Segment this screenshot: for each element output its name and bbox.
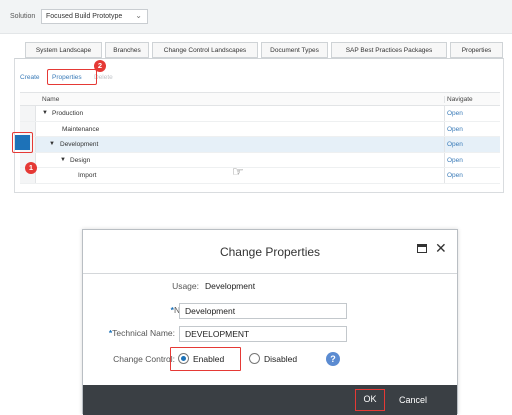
- table-row[interactable]: Import Open: [20, 168, 500, 184]
- table-header: Name Navigate: [20, 92, 500, 106]
- landscape-panel: Create Properties Delete Name Navigate ▼…: [14, 58, 504, 193]
- create-link[interactable]: Create: [20, 74, 40, 81]
- dialog-footer: OK Cancel: [83, 385, 457, 415]
- tab-branches[interactable]: Branches: [105, 42, 149, 58]
- table-row[interactable]: ▼ Production Open: [20, 106, 500, 122]
- solution-bar: Solution Focused Build Prototype ⌄: [0, 0, 512, 34]
- landscape-tree-table: Name Navigate ▼ Production Open Maintena…: [20, 92, 500, 184]
- row-name: Development: [60, 141, 99, 148]
- row-name: Production: [52, 110, 84, 117]
- properties-highlight: [47, 69, 97, 85]
- tab-document-types[interactable]: Document Types: [261, 42, 328, 58]
- name-field[interactable]: Development: [179, 303, 347, 319]
- open-link[interactable]: Open: [447, 141, 463, 148]
- open-link[interactable]: Open: [447, 126, 463, 133]
- dialog-title: Change Properties: [219, 245, 321, 259]
- row-selector[interactable]: [20, 106, 36, 121]
- table-row-selected[interactable]: ▼ Development Open: [20, 137, 500, 153]
- solution-select-value: Focused Build Prototype: [46, 13, 123, 20]
- chevron-down-icon: ⌄: [135, 11, 142, 20]
- technical-name-label: *Technical Name:: [108, 328, 175, 338]
- row-name: Import: [78, 172, 97, 179]
- step-badge-1: 1: [25, 162, 37, 174]
- solution-select[interactable]: Focused Build Prototype ⌄: [41, 9, 148, 24]
- hand-cursor-icon: ☞: [232, 164, 244, 179]
- enabled-highlight: [170, 347, 241, 371]
- technical-name-field[interactable]: DEVELOPMENT: [179, 326, 347, 342]
- tab-properties[interactable]: Properties: [450, 42, 503, 58]
- row-name: Design: [70, 156, 91, 164]
- dialog-divider: [83, 273, 457, 274]
- row-name: Maintenance: [62, 125, 100, 133]
- cancel-button[interactable]: Cancel: [393, 389, 433, 411]
- column-header-navigate: Navigate: [444, 96, 473, 103]
- open-link[interactable]: Open: [447, 157, 463, 164]
- change-properties-dialog: Change Properties ✕ Usage: Development *…: [82, 229, 458, 415]
- disabled-radio[interactable]: [249, 353, 260, 364]
- tab-change-control-landscapes[interactable]: Change Control Landscapes: [152, 42, 258, 58]
- disabled-radio-label[interactable]: Disabled: [264, 354, 297, 364]
- caret-down-icon[interactable]: ▼: [42, 110, 48, 116]
- caret-down-icon[interactable]: ▼: [49, 141, 55, 147]
- table-row[interactable]: ▼ Design Open: [20, 152, 500, 168]
- open-link[interactable]: Open: [447, 110, 463, 117]
- selected-row-marker[interactable]: [15, 135, 30, 150]
- step-badge-2: 2: [94, 60, 106, 72]
- ok-button[interactable]: OK: [355, 389, 385, 411]
- help-icon[interactable]: ?: [326, 352, 340, 366]
- usage-label: Usage:: [172, 281, 199, 291]
- maximize-icon[interactable]: [417, 244, 427, 253]
- tab-sap-best-practices-packages[interactable]: SAP Best Practices Packages: [331, 42, 447, 58]
- tab-strip: System Landscape Branches Change Control…: [25, 42, 505, 58]
- change-control-label: Change Control:: [113, 354, 175, 364]
- close-icon[interactable]: ✕: [435, 240, 447, 257]
- usage-value: Development: [205, 281, 256, 291]
- tab-system-landscape[interactable]: System Landscape: [25, 42, 102, 58]
- solution-label: Solution: [10, 13, 36, 20]
- column-header-name: Name: [42, 96, 60, 103]
- caret-down-icon[interactable]: ▼: [60, 157, 66, 163]
- open-link[interactable]: Open: [447, 172, 463, 179]
- table-row[interactable]: Maintenance Open: [20, 121, 500, 137]
